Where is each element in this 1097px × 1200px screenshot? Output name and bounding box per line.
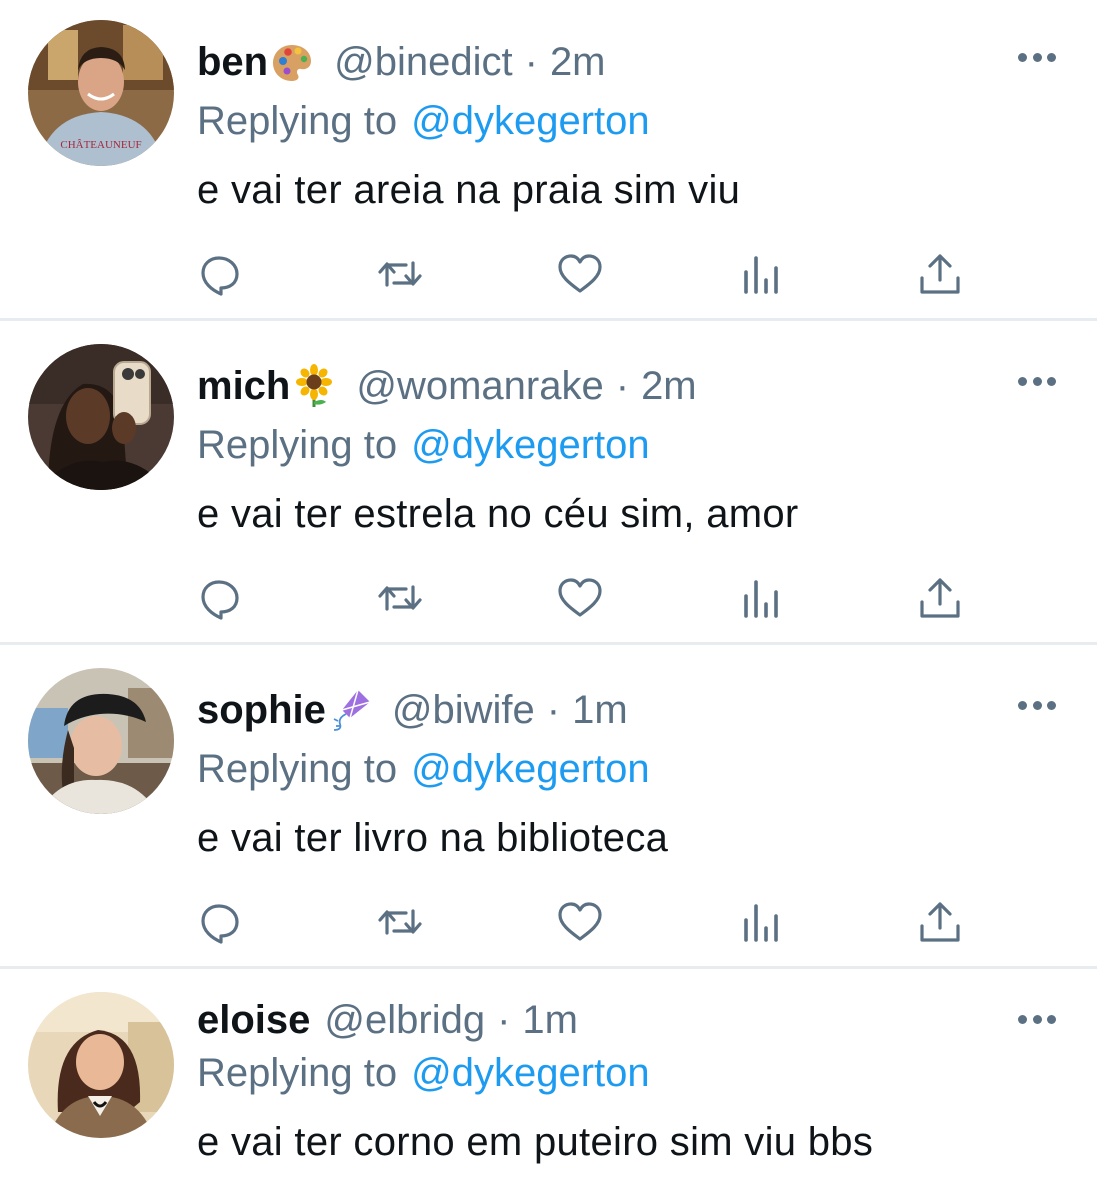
more-icon[interactable] [1018, 1012, 1056, 1026]
kite-emoji [328, 688, 372, 732]
sunflower-emoji [292, 364, 336, 408]
analytics-icon[interactable] [738, 898, 786, 946]
avatar[interactable] [28, 668, 174, 814]
action-bar [0, 574, 1097, 622]
reply-icon[interactable] [197, 898, 245, 946]
avatar[interactable] [28, 992, 174, 1138]
tweet-header: sophie @biwife · 1m [197, 688, 628, 732]
replying-prefix: Replying to [197, 99, 398, 143]
retweet-icon[interactable] [376, 250, 424, 298]
tweet-divider [0, 966, 1097, 969]
display-name[interactable]: eloise [197, 998, 310, 1042]
mention-link[interactable]: @dykegerton [411, 747, 650, 791]
separator-dot: · [497, 998, 511, 1042]
tweet-divider [0, 318, 1097, 321]
action-bar [0, 898, 1097, 946]
palette-emoji [270, 40, 314, 84]
mention-link[interactable]: @dykegerton [411, 1051, 650, 1095]
more-icon[interactable] [1018, 374, 1056, 388]
heart-icon[interactable] [556, 898, 604, 946]
timestamp[interactable]: 1m [522, 998, 578, 1042]
more-icon[interactable] [1018, 698, 1056, 712]
share-icon[interactable] [916, 898, 964, 946]
avatar[interactable]: CHÂTEAUNEUF [28, 20, 174, 166]
reply-icon[interactable] [197, 574, 245, 622]
tweet-text: e vai ter corno em puteiro sim viu bbs [197, 1120, 874, 1164]
tweet-divider [0, 642, 1097, 645]
display-name[interactable]: sophie [197, 688, 326, 732]
avatar[interactable] [28, 344, 174, 490]
more-icon[interactable] [1018, 50, 1056, 64]
separator-dot: · [546, 688, 561, 732]
heart-icon[interactable] [556, 574, 604, 622]
tweet-header: mich @womanrake · 2m [197, 364, 697, 408]
display-name[interactable]: mich [197, 364, 290, 408]
analytics-icon[interactable] [738, 250, 786, 298]
replying-prefix: Replying to [197, 1051, 398, 1095]
replying-to: Replying to @dykegerton [197, 1051, 650, 1095]
timestamp[interactable]: 1m [572, 688, 628, 732]
tweet-text: e vai ter livro na biblioteca [197, 816, 669, 860]
display-name[interactable]: ben [197, 40, 268, 84]
timestamp[interactable]: 2m [550, 40, 606, 84]
separator-dot: · [615, 364, 630, 408]
retweet-icon[interactable] [376, 574, 424, 622]
user-handle[interactable]: @elbridg [324, 998, 485, 1042]
share-icon[interactable] [916, 250, 964, 298]
replying-to: Replying to @dykegerton [197, 99, 650, 143]
replying-prefix: Replying to [197, 747, 398, 791]
replying-to: Replying to @dykegerton [197, 747, 650, 791]
reply-icon[interactable] [197, 250, 245, 298]
heart-icon[interactable] [556, 250, 604, 298]
user-handle[interactable]: @binedict [334, 40, 512, 84]
retweet-icon[interactable] [376, 898, 424, 946]
replying-to: Replying to @dykegerton [197, 423, 650, 467]
separator-dot: · [524, 40, 538, 84]
share-icon[interactable] [916, 574, 964, 622]
tweet-header: eloise @elbridg · 1m [197, 998, 578, 1042]
action-bar [0, 250, 1097, 298]
user-handle[interactable]: @womanrake [356, 364, 603, 408]
mention-link[interactable]: @dykegerton [411, 423, 650, 467]
user-handle[interactable]: @biwife [392, 688, 535, 732]
timestamp[interactable]: 2m [641, 364, 697, 408]
tweet-text: e vai ter areia na praia sim viu [197, 168, 741, 212]
svg-text:CHÂTEAUNEUF: CHÂTEAUNEUF [60, 139, 141, 151]
analytics-icon[interactable] [738, 574, 786, 622]
tweet-header: ben @binedict · 2m [197, 40, 606, 84]
replying-prefix: Replying to [197, 423, 398, 467]
tweet-text: e vai ter estrela no céu sim, amor [197, 492, 799, 536]
mention-link[interactable]: @dykegerton [411, 99, 650, 143]
